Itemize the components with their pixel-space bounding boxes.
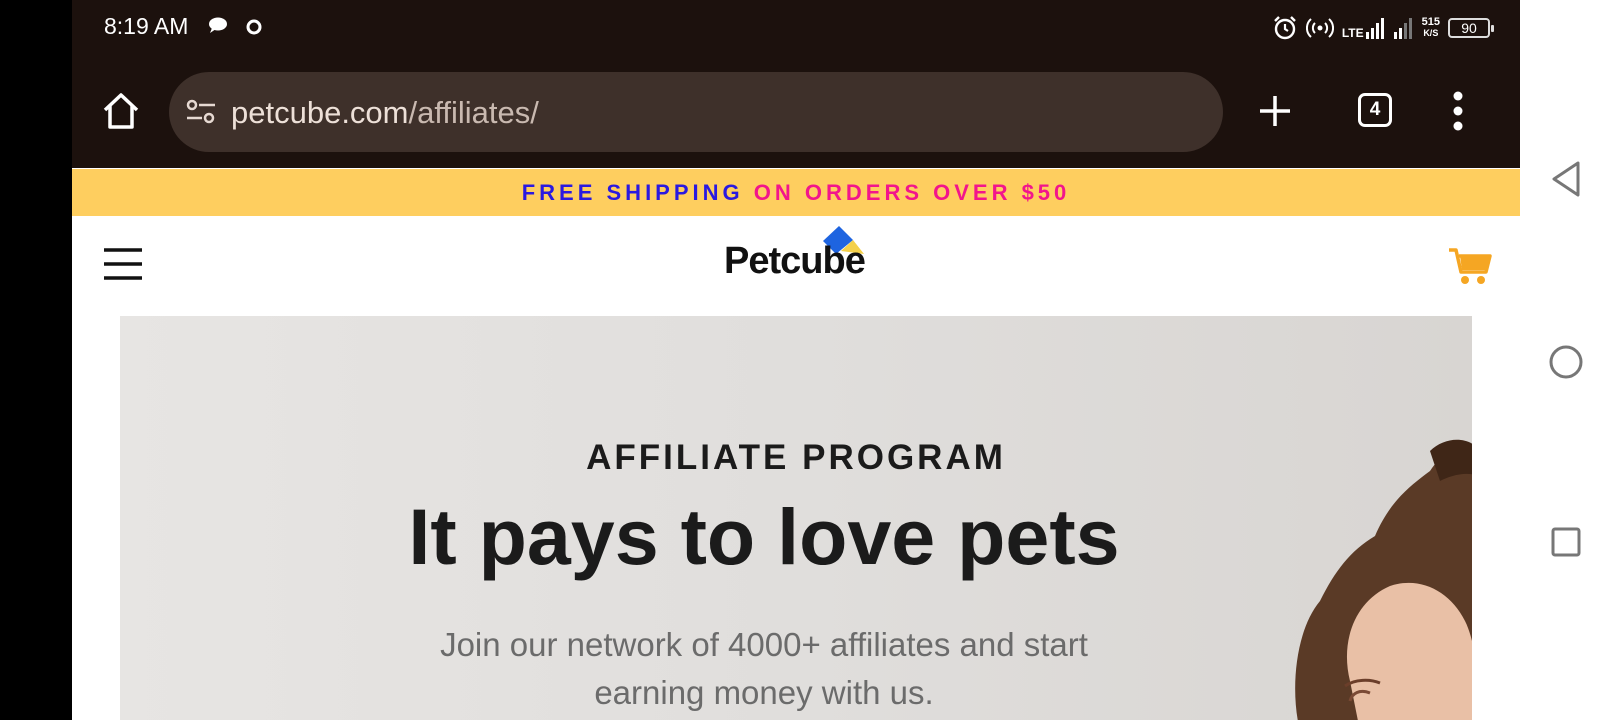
back-icon[interactable] (1550, 160, 1582, 198)
plus-icon[interactable] (1256, 92, 1294, 130)
more-icon[interactable] (1452, 90, 1464, 132)
promo-orders-over: ON ORDERS OVER $50 (753, 180, 1071, 205)
tab-count: 4 (1369, 99, 1381, 120)
hotspot-icon (1305, 18, 1334, 38)
status-time: 8:19 AM (104, 13, 189, 39)
signal-weak-icon (1393, 18, 1412, 39)
home-circle-icon[interactable] (1548, 344, 1584, 380)
site-header: Petcube (72, 216, 1520, 316)
status-bar: 8:19 AM LTE 515 K/S 90 (72, 0, 1520, 56)
phone-screen: 8:19 AM LTE 515 K/S 90 petcube.com/affil… (72, 0, 1520, 720)
address-bar[interactable]: petcube.com/affiliates/ (169, 72, 1223, 152)
hero-section: AFFILIATE PROGRAM It pays to love pets J… (120, 316, 1472, 720)
tabs-icon[interactable]: 4 (1358, 93, 1392, 127)
hero-eyebrow: AFFILIATE PROGRAM (586, 438, 1006, 477)
hero-headline: It pays to love pets (408, 492, 1120, 581)
petcube-logo[interactable]: Petcube (724, 226, 874, 291)
signal-icon (1365, 18, 1384, 39)
lte-label: LTE (1341, 26, 1364, 40)
logo-text: Petcube (724, 240, 866, 282)
battery-icon: 90 (1448, 18, 1494, 38)
promo-text: FREE SHIPPING ON ORDERS OVER $50 (522, 180, 1071, 206)
lte-indicator: LTE (1342, 17, 1386, 39)
alarm-icon (1274, 16, 1296, 40)
site-settings-icon[interactable] (185, 98, 217, 126)
android-nav-bar (1520, 0, 1612, 720)
hero-person-image (1295, 439, 1472, 720)
hero-subline: Join our network of 4000+ affiliates and… (440, 626, 1088, 711)
url-text[interactable]: petcube.com/affiliates/ (231, 95, 539, 131)
url-host: petcube.com (231, 95, 409, 130)
url-path: /affiliates/ (408, 95, 539, 130)
hamburger-icon[interactable] (102, 246, 144, 282)
recents-icon[interactable] (1550, 526, 1582, 558)
net-speed: 515 K/S (1422, 17, 1440, 39)
promo-free-shipping: FREE SHIPPING (521, 180, 744, 205)
battery-level: 90 (1461, 20, 1477, 36)
chat-icon (209, 17, 227, 33)
sync-icon (246, 19, 262, 35)
home-icon[interactable] (100, 90, 142, 132)
net-speed-value: 515 (1421, 16, 1440, 28)
status-icons: LTE 515 K/S 90 (1272, 13, 1494, 43)
net-speed-unit: K/S (1423, 28, 1439, 38)
browser-toolbar: petcube.com/affiliates/ 4 (72, 56, 1520, 168)
cart-icon[interactable] (1448, 246, 1492, 286)
promo-banner[interactable]: FREE SHIPPING ON ORDERS OVER $50 (72, 169, 1520, 216)
